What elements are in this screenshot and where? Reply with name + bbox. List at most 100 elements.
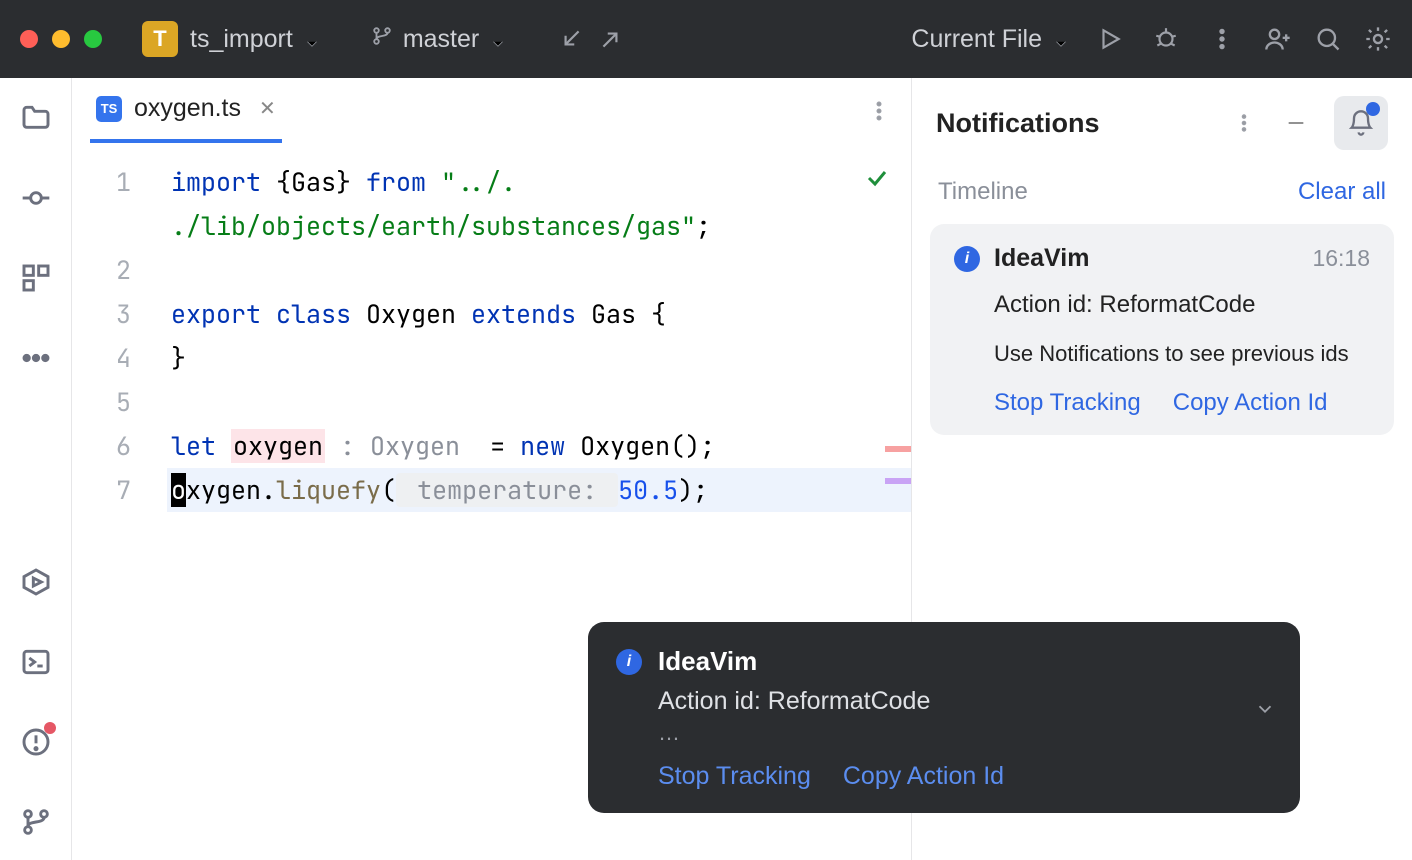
tool-window-bar-left	[0, 78, 72, 860]
inspection-ok-icon[interactable]	[865, 164, 889, 198]
services-tool-icon[interactable]	[18, 564, 54, 600]
copy-action-id-link[interactable]: Copy Action Id	[1173, 389, 1328, 417]
project-selector[interactable]: ts_import	[190, 25, 319, 54]
toast-ellipsis: …	[658, 720, 1272, 746]
outgoing-changes-icon[interactable]	[597, 25, 625, 53]
code-token: from	[366, 165, 426, 199]
editor-tab-more-icon[interactable]	[865, 97, 893, 125]
code-token: (	[381, 473, 396, 507]
close-tab-icon[interactable]: ✕	[259, 96, 276, 121]
run-config-selector[interactable]: Current File	[911, 25, 1068, 54]
notification-source: IdeaVim	[994, 244, 1089, 273]
toast-copy-action-id-link[interactable]: Copy Action Id	[843, 762, 1004, 791]
branch-name: master	[403, 25, 479, 54]
panel-more-icon[interactable]	[1230, 109, 1258, 137]
line-number: 3	[72, 292, 131, 336]
hide-panel-icon[interactable]	[1282, 109, 1310, 137]
structure-tool-icon[interactable]	[18, 260, 54, 296]
close-window-button[interactable]	[20, 30, 38, 48]
code-token: oxygen	[231, 429, 325, 463]
branch-selector[interactable]: master	[371, 25, 505, 54]
timeline-label: Timeline	[938, 178, 1028, 206]
chevron-down-icon	[303, 31, 319, 47]
stop-tracking-link[interactable]: Stop Tracking	[994, 389, 1141, 417]
code-token: .	[261, 473, 276, 507]
notifications-subheader: Timeline Clear all	[912, 164, 1412, 220]
search-everywhere-icon[interactable]	[1314, 25, 1342, 53]
code-token: =	[475, 429, 520, 463]
code-token: }	[171, 341, 186, 375]
info-icon: i	[616, 649, 642, 675]
line-gutter: 1 2 3 4 5 6 7	[72, 146, 167, 860]
inlay-hint: temperature:	[396, 473, 618, 507]
editor-tab[interactable]: TS oxygen.ts ✕	[90, 78, 282, 143]
code-token: new	[520, 429, 565, 463]
code-token: Oxygen();	[565, 429, 715, 463]
cursor: o	[171, 473, 186, 507]
clear-all-link[interactable]: Clear all	[1298, 178, 1386, 206]
commit-tool-icon[interactable]	[18, 180, 54, 216]
toast-stop-tracking-link[interactable]: Stop Tracking	[658, 762, 811, 791]
line-number: 1	[72, 160, 131, 204]
git-branch-icon	[371, 25, 393, 54]
notification-card[interactable]: i IdeaVim 16:18 Action id: ReformatCode …	[930, 224, 1394, 435]
run-button[interactable]	[1096, 25, 1124, 53]
code-with-me-icon[interactable]	[1264, 25, 1292, 53]
run-config-name: Current File	[911, 25, 1042, 54]
settings-icon[interactable]	[1364, 25, 1392, 53]
chevron-down-icon	[489, 31, 505, 47]
incoming-changes-icon[interactable]	[557, 25, 585, 53]
notification-toast: i IdeaVim Action id: ReformatCode … Stop…	[588, 622, 1300, 813]
vcs-tool-icon[interactable]	[18, 804, 54, 840]
terminal-tool-icon[interactable]	[18, 644, 54, 680]
code-token: export class	[171, 297, 351, 331]
notifications-title: Notifications	[936, 108, 1100, 139]
code-token: {Gas}	[261, 165, 366, 199]
code-token: Gas {	[576, 297, 666, 331]
line-number: 5	[72, 380, 131, 424]
error-stripe-marker[interactable]	[885, 446, 911, 452]
notification-subtext: Use Notifications to see previous ids	[994, 341, 1370, 367]
problems-tool-icon[interactable]	[18, 724, 54, 760]
tab-filename: oxygen.ts	[134, 94, 241, 123]
toast-source: IdeaVim	[658, 646, 757, 677]
line-number: 7	[72, 468, 131, 512]
inlay-hint: : Oxygen	[325, 429, 475, 463]
titlebar: T ts_import master Current File	[0, 0, 1412, 78]
code-token: ./lib/objects/earth/substances/gas"	[171, 209, 696, 243]
code-token: );	[678, 473, 708, 507]
typescript-file-icon: TS	[96, 96, 122, 122]
project-icon: T	[142, 21, 178, 57]
line-number: 4	[72, 336, 131, 380]
project-name: ts_import	[190, 25, 293, 54]
debug-button[interactable]	[1152, 25, 1180, 53]
editor-tabbar: TS oxygen.ts ✕	[72, 78, 911, 146]
maximize-window-button[interactable]	[84, 30, 102, 48]
code-token: extends	[471, 297, 576, 331]
toast-expand-icon[interactable]	[1254, 698, 1276, 725]
chevron-down-icon	[1052, 31, 1068, 47]
notification-time: 16:18	[1312, 245, 1370, 272]
notifications-bell-button[interactable]	[1334, 96, 1388, 150]
code-token: Oxygen	[351, 297, 471, 331]
more-tool-icon[interactable]	[18, 340, 54, 376]
info-icon: i	[954, 246, 980, 272]
toast-body: Action id: ReformatCode	[658, 687, 1272, 716]
window-controls	[20, 30, 102, 48]
notification-dot	[1366, 102, 1380, 116]
code-token: import	[171, 165, 261, 199]
notifications-header: Notifications	[912, 96, 1412, 164]
error-stripe-marker[interactable]	[885, 478, 911, 484]
project-tool-icon[interactable]	[18, 100, 54, 136]
code-token: let	[171, 429, 216, 463]
minimize-window-button[interactable]	[52, 30, 70, 48]
code-token: liquefy	[276, 473, 381, 507]
line-number: 2	[72, 248, 131, 292]
notification-body: Action id: ReformatCode	[994, 291, 1370, 319]
code-token: ;	[696, 209, 711, 243]
code-token: xygen	[186, 473, 261, 507]
code-token: 50.5	[618, 473, 678, 507]
code-token: "../.	[426, 165, 516, 199]
more-actions-button[interactable]	[1208, 25, 1236, 53]
line-number: 6	[72, 424, 131, 468]
